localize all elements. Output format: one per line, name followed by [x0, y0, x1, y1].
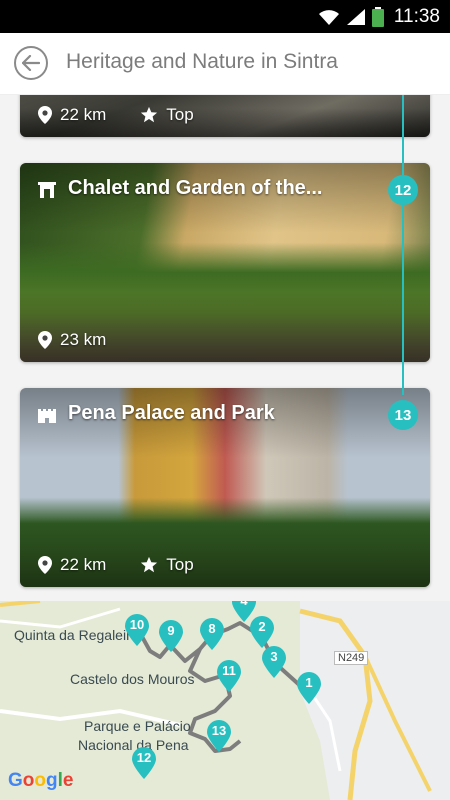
map-pin[interactable]: 1: [295, 671, 323, 705]
app-bar: Heritage and Nature in Sintra: [0, 33, 450, 95]
stop-distance: 22 km: [60, 555, 107, 574]
map-pin[interactable]: 10: [123, 613, 151, 647]
stop-badge: Top: [166, 105, 194, 124]
stop-meta: 22 km Top: [38, 555, 194, 575]
map-pin[interactable]: 12: [130, 746, 158, 780]
stop-card-pena-palace[interactable]: Pena Palace and Park 22 km Top: [20, 388, 430, 587]
star-icon: [141, 556, 158, 573]
stop-title-row: Pena Palace and Park: [38, 402, 275, 425]
stop-card-chalet[interactable]: Chalet and Garden of the... 23 km: [20, 163, 430, 362]
battery-icon: [371, 7, 384, 27]
status-bar: 11:38: [0, 0, 450, 33]
route-map[interactable]: Quinta da Regaleira Castelo dos Mouros P…: [0, 601, 450, 800]
location-pin-icon: [38, 106, 52, 124]
back-button[interactable]: [14, 46, 48, 80]
stop-number-badge: 13: [388, 400, 418, 430]
map-label-parque-1: Parque e Palácio: [84, 718, 191, 734]
status-icons: 11:38: [318, 6, 440, 28]
map-label-castelo: Castelo dos Mouros: [70, 671, 195, 687]
map-pin[interactable]: 9: [157, 619, 185, 653]
stop-title-row: Chalet and Garden of the...: [38, 177, 322, 200]
stop-title: Pena Palace and Park: [68, 402, 275, 424]
stop-meta: 23 km: [38, 330, 106, 350]
map-pin[interactable]: 11: [215, 659, 243, 693]
page-title: Heritage and Nature in Sintra: [66, 50, 338, 73]
arrow-left-icon: [22, 55, 40, 71]
stop-card[interactable]: 22 km Top: [20, 95, 430, 137]
map-label-quinta: Quinta da Regaleira: [14, 627, 139, 643]
gate-icon: [38, 181, 56, 198]
stop-meta: 22 km Top: [38, 105, 194, 125]
location-pin-icon: [38, 556, 52, 574]
castle-icon: [38, 408, 56, 423]
signal-icon: [346, 9, 365, 25]
map-pin[interactable]: 8: [198, 617, 226, 651]
location-pin-icon: [38, 331, 52, 349]
star-icon: [141, 106, 158, 123]
stop-distance: 23 km: [60, 330, 107, 349]
stop-number-badge: 12: [388, 175, 418, 205]
road-label: N249: [334, 651, 369, 665]
stop-title: Chalet and Garden of the...: [68, 177, 323, 199]
wifi-icon: [318, 10, 339, 25]
map-pin[interactable]: 3: [260, 645, 288, 679]
timeline-line: [402, 95, 404, 395]
map-pin[interactable]: 13: [205, 719, 233, 753]
map-pin[interactable]: 2: [248, 615, 276, 649]
stop-badge: Top: [166, 555, 194, 574]
google-logo: Google: [8, 770, 74, 791]
stop-distance: 22 km: [60, 105, 107, 124]
status-time: 11:38: [393, 6, 440, 27]
stop-list[interactable]: 22 km Top Chalet and Garden of the... 23…: [0, 95, 450, 601]
